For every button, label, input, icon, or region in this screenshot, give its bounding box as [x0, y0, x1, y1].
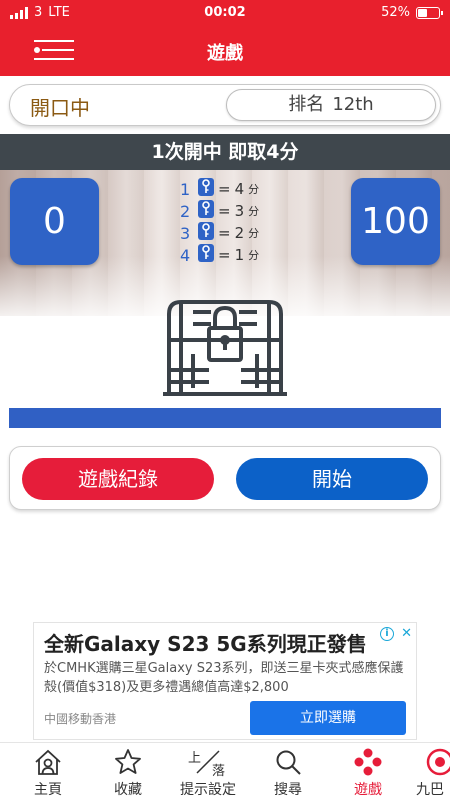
kmb-icon: [396, 747, 450, 777]
legend-number: 3: [180, 223, 191, 243]
key-icon: [197, 177, 215, 201]
ad-advertiser: 中國移動香港: [44, 712, 117, 726]
rank-pill: 排名 12th: [226, 89, 436, 121]
home-icon: [8, 747, 88, 777]
legend-unit: 分: [248, 183, 260, 196]
nav-item-home[interactable]: 主頁: [8, 747, 88, 799]
battery-percent: 52%: [381, 5, 410, 20]
open-status-label: 開口中: [30, 96, 90, 120]
key-icon: [197, 221, 215, 245]
search-icon: [248, 747, 328, 777]
legend-equals: =: [218, 202, 231, 220]
game-record-button[interactable]: 遊戲紀錄: [22, 458, 214, 500]
nav-item-favorites[interactable]: 收藏: [88, 747, 168, 799]
score-box-left: 0: [10, 178, 99, 265]
ad-info-icon[interactable]: i: [380, 627, 394, 641]
ad-cta-button[interactable]: 立即選購: [250, 701, 406, 735]
app-header: 遊戲: [0, 26, 450, 76]
start-button[interactable]: 開始: [236, 458, 428, 500]
star-icon: [88, 747, 168, 777]
action-card: 遊戲紀錄 開始: [9, 446, 441, 510]
progress-fill: [9, 408, 441, 428]
legend-value: 4: [234, 180, 245, 198]
nav-item-alert-settings[interactable]: 上 落 提示設定: [168, 747, 248, 799]
nav-label: 收藏: [114, 782, 142, 798]
legend-equals: =: [218, 224, 231, 242]
legend-equals: =: [218, 246, 231, 264]
legend-unit: 分: [248, 249, 260, 262]
ad-description: 於CMHK選購三星Galaxy S23系列，即送三星卡夾式感應保護殼(價值$31…: [44, 661, 404, 695]
up-down-icon: 上 落: [168, 747, 248, 779]
status-bar: 3 LTE 00:02 52%: [0, 0, 450, 26]
nav-item-kmb[interactable]: 九巴: [396, 747, 450, 799]
app-screen: 3 LTE 00:02 52% 遊戲 開口中 排名 12th 1次開中 即取4分 …: [0, 0, 450, 800]
ad-close-icon[interactable]: ✕: [401, 626, 412, 641]
legend-unit: 分: [248, 205, 260, 218]
legend-value: 2: [234, 224, 245, 242]
legend-row: 1 = 4 分: [180, 178, 280, 200]
nav-item-search[interactable]: 搜尋: [248, 747, 328, 799]
score-box-right: 100: [351, 178, 440, 265]
legend-row: 4 = 1 分: [180, 244, 280, 266]
legend-row: 3 = 2 分: [180, 222, 280, 244]
nav-label: 九巴: [416, 782, 444, 798]
nav-label: 搜尋: [274, 782, 302, 798]
key-icon: [197, 243, 215, 267]
rank-value: 12th: [332, 94, 374, 115]
game-area: 0 1 = 4 分 2 = 3 分 3 = 2 分 4 = 1 分 100: [0, 170, 450, 316]
legend-number: 2: [180, 201, 191, 221]
legend-row: 2 = 3 分: [180, 200, 280, 222]
bottom-nav: 主頁 收藏 上 落 提示設定 搜尋 遊戲 九巴: [0, 742, 450, 800]
page-title: 遊戲: [207, 43, 243, 64]
legend-equals: =: [218, 180, 231, 198]
progress-bar: [9, 408, 441, 428]
ad-title[interactable]: 全新Galaxy S23 5G系列現正發售: [44, 628, 367, 657]
up-glyph: 上: [188, 751, 202, 766]
legend-value: 3: [234, 202, 245, 220]
legend-number: 4: [180, 245, 191, 265]
status-right: 52%: [381, 5, 443, 20]
info-row: 開口中 排名 12th: [9, 84, 441, 126]
legend-value: 1: [234, 246, 245, 264]
nav-label: 提示設定: [180, 782, 236, 798]
treasure-chest-icon[interactable]: [159, 296, 291, 404]
legend-unit: 分: [248, 227, 260, 240]
legend-number: 1: [180, 179, 191, 199]
game-rule-banner: 1次開中 即取4分: [0, 134, 450, 170]
nav-label: 主頁: [34, 782, 62, 798]
ad-banner[interactable]: 全新Galaxy S23 5G系列現正發售 i ✕ 於CMHK選購三星Galax…: [33, 622, 417, 740]
down-glyph: 落: [212, 764, 226, 779]
battery-icon: [416, 6, 443, 19]
rank-label: 排名: [288, 94, 325, 115]
key-icon: [197, 199, 215, 223]
points-legend: 1 = 4 分 2 = 3 分 3 = 2 分 4 = 1 分: [180, 178, 280, 266]
